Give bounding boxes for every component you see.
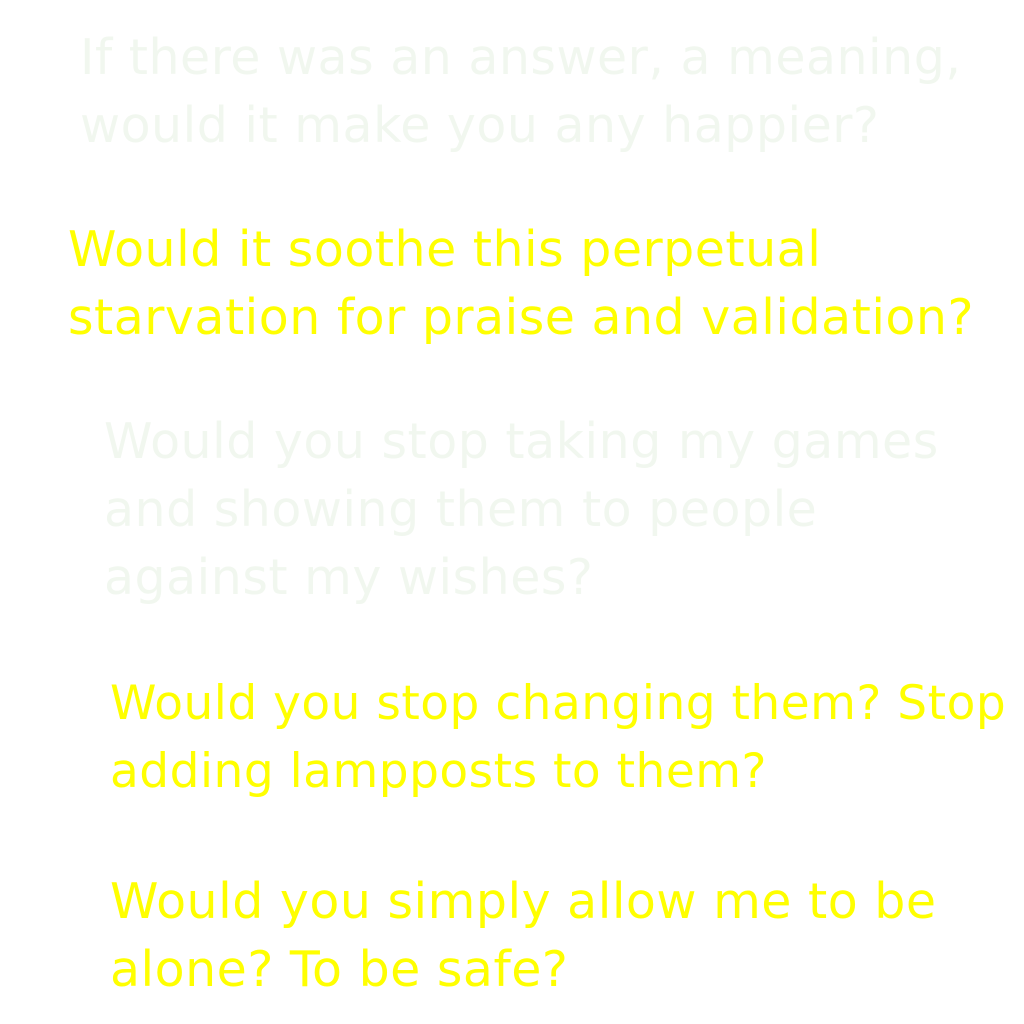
- paragraph-lampposts: Would you stop changing them? Stop addin…: [110, 670, 1006, 806]
- text-line: would it make you any happier?: [80, 97, 880, 154]
- paragraph-answer-meaning: If there was an answer, a meaning, would…: [80, 24, 961, 160]
- text-canvas: If there was an answer, a meaning, would…: [0, 0, 1024, 1024]
- text-line: Would it soothe this perpetual: [68, 221, 822, 278]
- text-line: Would you stop taking my games: [104, 413, 939, 470]
- text-line: starvation for praise and validation?: [68, 289, 974, 346]
- paragraph-taking-games: Would you stop taking my games and showi…: [104, 408, 939, 612]
- text-line: Would you stop changing them? Stop: [110, 676, 1007, 731]
- text-line: adding lampposts to them?: [110, 744, 767, 799]
- paragraph-alone-safe: Would you simply allow me to be alone? T…: [110, 868, 937, 1004]
- text-line: If there was an answer, a meaning,: [80, 29, 962, 86]
- text-line: and showing them to people: [104, 481, 818, 538]
- paragraph-praise-validation: Would it soothe this perpetual starvatio…: [68, 216, 974, 352]
- text-line: against my wishes?: [104, 549, 594, 606]
- text-line: alone? To be safe?: [110, 941, 569, 998]
- text-line: Would you simply allow me to be: [110, 873, 937, 930]
